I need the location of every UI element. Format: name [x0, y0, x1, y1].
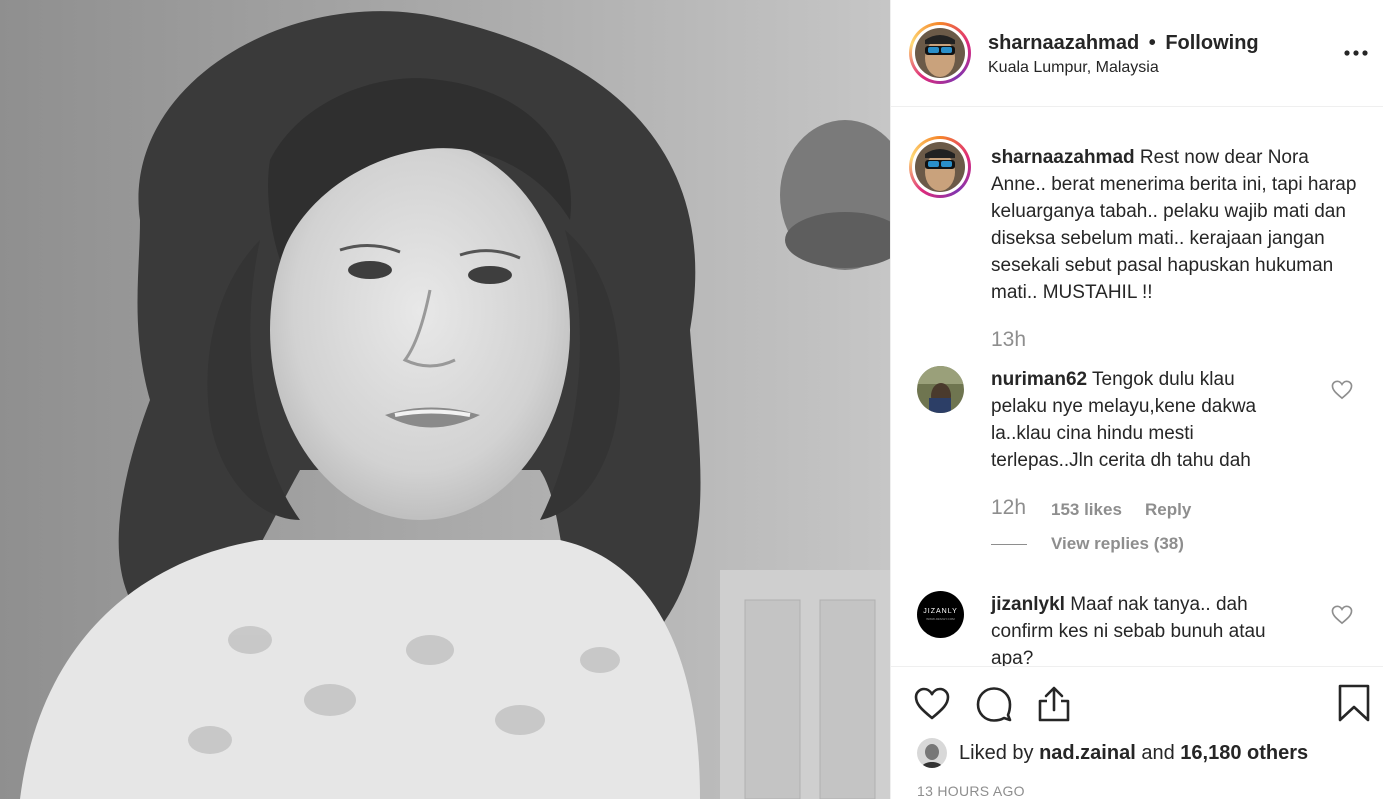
post-author-username[interactable]: sharnaazahmad	[988, 32, 1139, 54]
comment: jizanlykl Maaf nak tanya.. dah confirm k…	[991, 591, 1291, 666]
commenter-avatar[interactable]: JIZANLY WWW.JIZANLY.COM	[917, 591, 964, 638]
post-photo[interactable]	[0, 0, 890, 799]
commenter-avatar-image	[917, 366, 964, 413]
commenter-avatar[interactable]	[917, 366, 964, 413]
comment-username[interactable]: nuriman62	[991, 369, 1087, 390]
view-replies-button[interactable]: View replies (38)	[1051, 534, 1184, 554]
liker-avatar-image	[917, 738, 947, 768]
liked-by-connector: and	[1141, 741, 1175, 764]
post-location[interactable]: Kuala Lumpur, Malaysia	[988, 59, 1159, 77]
caption-username[interactable]: sharnaazahmad	[991, 147, 1135, 168]
bookmark-icon[interactable]	[1335, 683, 1373, 722]
caption-time[interactable]: 13h	[991, 328, 1026, 352]
liker-username[interactable]: nad.zainal	[1039, 742, 1136, 765]
post-header: sharnaazahmad • Following Kuala Lumpur, …	[891, 0, 1383, 107]
likes-summary[interactable]: Liked by nad.zainal and 16,180 others	[917, 737, 1308, 769]
heart-icon[interactable]	[913, 685, 951, 723]
view-replies-label: View replies (38)	[1051, 534, 1184, 553]
comment-username[interactable]: jizanlykl	[991, 594, 1065, 615]
liker-avatar[interactable]	[917, 738, 947, 768]
jizanly-logo-subtext: WWW.JIZANLY.COM	[926, 617, 955, 621]
post-detail-panel: sharnaazahmad • Following Kuala Lumpur, …	[890, 0, 1383, 799]
comment-icon[interactable]	[975, 685, 1013, 723]
comment-like-heart-icon[interactable]	[1331, 605, 1353, 625]
post-actions: Liked by nad.zainal and 16,180 others 13…	[891, 666, 1383, 799]
caption-author-avatar[interactable]	[909, 136, 971, 198]
comment-time[interactable]: 12h	[991, 496, 1026, 520]
comment: nuriman62 Tengok dulu klau pelaku nye me…	[991, 366, 1291, 474]
reply-label: Reply	[1145, 500, 1192, 519]
separator-dot: •	[1148, 32, 1156, 54]
comment-like-heart-icon[interactable]	[1331, 380, 1353, 400]
share-icon[interactable]	[1035, 685, 1073, 723]
post-timestamp[interactable]: 13 HOURS AGO	[917, 783, 1025, 799]
more-options-icon[interactable]	[1339, 38, 1373, 68]
comment-likes-label: 153 likes	[1051, 500, 1122, 519]
jizanly-logo-text: JIZANLY	[923, 608, 958, 615]
comment-reply-button[interactable]: Reply	[1145, 500, 1191, 520]
caption-avatar-image	[915, 142, 965, 192]
caption: sharnaazahmad Rest now dear Nora Anne.. …	[991, 144, 1361, 306]
likes-others-count[interactable]: 16,180 others	[1180, 742, 1308, 765]
caption-text: Rest now dear Nora Anne.. berat menerima…	[991, 147, 1357, 303]
comment-likes-count[interactable]: 153 likes	[1051, 500, 1122, 520]
author-avatar-image	[915, 28, 965, 78]
following-button[interactable]: Following	[1165, 32, 1258, 54]
view-replies-divider	[991, 544, 1027, 545]
post-author-line: sharnaazahmad • Following	[988, 32, 1259, 55]
author-avatar[interactable]	[909, 22, 971, 84]
liked-by-prefix: Liked by	[959, 741, 1034, 764]
comments-list[interactable]: sharnaazahmad Rest now dear Nora Anne.. …	[891, 108, 1383, 666]
post-photo-art	[0, 0, 890, 799]
